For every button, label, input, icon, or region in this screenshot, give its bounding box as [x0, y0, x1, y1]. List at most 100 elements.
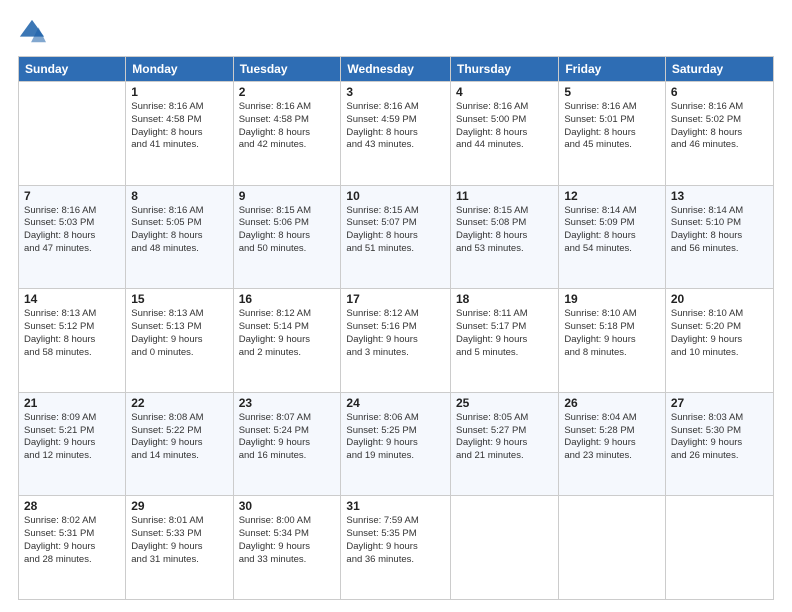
day-info: Sunrise: 8:08 AM Sunset: 5:22 PM Dayligh… — [131, 412, 227, 463]
day-info: Sunrise: 8:16 AM Sunset: 5:02 PM Dayligh… — [671, 101, 768, 152]
day-info: Sunrise: 8:05 AM Sunset: 5:27 PM Dayligh… — [456, 412, 553, 463]
day-number: 5 — [564, 85, 660, 99]
day-info: Sunrise: 8:13 AM Sunset: 5:13 PM Dayligh… — [131, 308, 227, 359]
day-number: 7 — [24, 189, 120, 203]
week-row-2: 7 Sunrise: 8:16 AM Sunset: 5:03 PM Daylig… — [19, 185, 774, 289]
calendar-cell: 4Sunrise: 8:16 AM Sunset: 5:00 PM Daylig… — [451, 82, 559, 186]
calendar-cell: 7 Sunrise: 8:16 AM Sunset: 5:03 PM Daylig… — [19, 185, 126, 289]
day-info: Sunrise: 8:11 AM Sunset: 5:17 PM Dayligh… — [456, 308, 553, 359]
day-info: Sunrise: 8:07 AM Sunset: 5:24 PM Dayligh… — [239, 412, 336, 463]
day-info: Sunrise: 8:06 AM Sunset: 5:25 PM Dayligh… — [346, 412, 445, 463]
calendar-cell: 25 Sunrise: 8:05 AM Sunset: 5:27 PM Dayli… — [451, 392, 559, 496]
day-info: Sunrise: 8:16 AM Sunset: 5:05 PM Dayligh… — [131, 205, 227, 256]
calendar-cell: 5Sunrise: 8:16 AM Sunset: 5:01 PM Daylig… — [559, 82, 666, 186]
day-info: Sunrise: 8:10 AM Sunset: 5:20 PM Dayligh… — [671, 308, 768, 359]
day-number: 6 — [671, 85, 768, 99]
calendar-cell: 29Sunrise: 8:01 AM Sunset: 5:33 PM Dayli… — [126, 496, 233, 600]
day-number: 29 — [131, 499, 227, 513]
calendar-cell: 31Sunrise: 7:59 AM Sunset: 5:35 PM Dayli… — [341, 496, 451, 600]
day-number: 17 — [346, 292, 445, 306]
week-row-5: 28 Sunrise: 8:02 AM Sunset: 5:31 PM Dayli… — [19, 496, 774, 600]
day-info: Sunrise: 8:02 AM Sunset: 5:31 PM Dayligh… — [24, 515, 120, 566]
day-number: 28 — [24, 499, 120, 513]
calendar-cell: 13 Sunrise: 8:14 AM Sunset: 5:10 PM Dayli… — [665, 185, 773, 289]
calendar-cell: 28 Sunrise: 8:02 AM Sunset: 5:31 PM Dayli… — [19, 496, 126, 600]
calendar-page: SundayMondayTuesdayWednesdayThursdayFrid… — [0, 0, 792, 612]
calendar-cell: 26 Sunrise: 8:04 AM Sunset: 5:28 PM Dayli… — [559, 392, 666, 496]
day-info: Sunrise: 8:14 AM Sunset: 5:09 PM Dayligh… — [564, 205, 660, 256]
calendar-cell — [451, 496, 559, 600]
weekday-header-wednesday: Wednesday — [341, 57, 451, 82]
day-info: Sunrise: 8:15 AM Sunset: 5:07 PM Dayligh… — [346, 205, 445, 256]
calendar-cell — [19, 82, 126, 186]
day-number: 21 — [24, 396, 120, 410]
logo-icon — [18, 18, 46, 46]
calendar-cell: 14 Sunrise: 8:13 AM Sunset: 5:12 PM Dayli… — [19, 289, 126, 393]
day-info: Sunrise: 8:15 AM Sunset: 5:08 PM Dayligh… — [456, 205, 553, 256]
day-number: 3 — [346, 85, 445, 99]
calendar-cell: 6 Sunrise: 8:16 AM Sunset: 5:02 PM Daylig… — [665, 82, 773, 186]
weekday-header-thursday: Thursday — [451, 57, 559, 82]
day-info: Sunrise: 8:16 AM Sunset: 4:59 PM Dayligh… — [346, 101, 445, 152]
calendar-cell: 12 Sunrise: 8:14 AM Sunset: 5:09 PM Dayli… — [559, 185, 666, 289]
weekday-header-friday: Friday — [559, 57, 666, 82]
day-info: Sunrise: 8:12 AM Sunset: 5:16 PM Dayligh… — [346, 308, 445, 359]
calendar-cell: 11Sunrise: 8:15 AM Sunset: 5:08 PM Dayli… — [451, 185, 559, 289]
day-number: 15 — [131, 292, 227, 306]
day-info: Sunrise: 8:16 AM Sunset: 5:00 PM Dayligh… — [456, 101, 553, 152]
day-info: Sunrise: 8:10 AM Sunset: 5:18 PM Dayligh… — [564, 308, 660, 359]
weekday-header-monday: Monday — [126, 57, 233, 82]
day-info: Sunrise: 8:00 AM Sunset: 5:34 PM Dayligh… — [239, 515, 336, 566]
calendar-cell: 3 Sunrise: 8:16 AM Sunset: 4:59 PM Daylig… — [341, 82, 451, 186]
calendar-cell: 17 Sunrise: 8:12 AM Sunset: 5:16 PM Dayli… — [341, 289, 451, 393]
day-number: 9 — [239, 189, 336, 203]
calendar-cell: 10Sunrise: 8:15 AM Sunset: 5:07 PM Dayli… — [341, 185, 451, 289]
weekday-header-row: SundayMondayTuesdayWednesdayThursdayFrid… — [19, 57, 774, 82]
week-row-4: 21 Sunrise: 8:09 AM Sunset: 5:21 PM Dayli… — [19, 392, 774, 496]
day-info: Sunrise: 8:12 AM Sunset: 5:14 PM Dayligh… — [239, 308, 336, 359]
calendar-cell: 16 Sunrise: 8:12 AM Sunset: 5:14 PM Dayli… — [233, 289, 341, 393]
day-number: 16 — [239, 292, 336, 306]
logo — [18, 18, 50, 46]
day-number: 20 — [671, 292, 768, 306]
day-number: 26 — [564, 396, 660, 410]
calendar-cell: 24 Sunrise: 8:06 AM Sunset: 5:25 PM Dayli… — [341, 392, 451, 496]
day-number: 25 — [456, 396, 553, 410]
calendar-table: SundayMondayTuesdayWednesdayThursdayFrid… — [18, 56, 774, 600]
calendar-cell: 1 Sunrise: 8:16 AM Sunset: 4:58 PM Daylig… — [126, 82, 233, 186]
day-info: Sunrise: 8:15 AM Sunset: 5:06 PM Dayligh… — [239, 205, 336, 256]
day-number: 30 — [239, 499, 336, 513]
calendar-cell: 9 Sunrise: 8:15 AM Sunset: 5:06 PM Daylig… — [233, 185, 341, 289]
day-number: 23 — [239, 396, 336, 410]
day-number: 24 — [346, 396, 445, 410]
day-info: Sunrise: 8:16 AM Sunset: 5:03 PM Dayligh… — [24, 205, 120, 256]
day-info: Sunrise: 8:03 AM Sunset: 5:30 PM Dayligh… — [671, 412, 768, 463]
day-number: 2 — [239, 85, 336, 99]
day-number: 1 — [131, 85, 227, 99]
day-info: Sunrise: 8:16 AM Sunset: 4:58 PM Dayligh… — [131, 101, 227, 152]
calendar-cell: 18Sunrise: 8:11 AM Sunset: 5:17 PM Dayli… — [451, 289, 559, 393]
weekday-header-sunday: Sunday — [19, 57, 126, 82]
day-number: 8 — [131, 189, 227, 203]
header — [18, 18, 774, 46]
day-info: Sunrise: 8:14 AM Sunset: 5:10 PM Dayligh… — [671, 205, 768, 256]
day-number: 12 — [564, 189, 660, 203]
day-number: 19 — [564, 292, 660, 306]
calendar-cell: 23 Sunrise: 8:07 AM Sunset: 5:24 PM Dayli… — [233, 392, 341, 496]
day-info: Sunrise: 8:16 AM Sunset: 4:58 PM Dayligh… — [239, 101, 336, 152]
calendar-cell: 21 Sunrise: 8:09 AM Sunset: 5:21 PM Dayli… — [19, 392, 126, 496]
day-number: 13 — [671, 189, 768, 203]
week-row-1: 1 Sunrise: 8:16 AM Sunset: 4:58 PM Daylig… — [19, 82, 774, 186]
week-row-3: 14 Sunrise: 8:13 AM Sunset: 5:12 PM Dayli… — [19, 289, 774, 393]
calendar-cell: 8 Sunrise: 8:16 AM Sunset: 5:05 PM Daylig… — [126, 185, 233, 289]
calendar-cell: 15 Sunrise: 8:13 AM Sunset: 5:13 PM Dayli… — [126, 289, 233, 393]
weekday-header-saturday: Saturday — [665, 57, 773, 82]
calendar-cell — [559, 496, 666, 600]
day-number: 22 — [131, 396, 227, 410]
day-info: Sunrise: 8:13 AM Sunset: 5:12 PM Dayligh… — [24, 308, 120, 359]
day-info: Sunrise: 8:04 AM Sunset: 5:28 PM Dayligh… — [564, 412, 660, 463]
day-number: 27 — [671, 396, 768, 410]
calendar-cell: 27 Sunrise: 8:03 AM Sunset: 5:30 PM Dayli… — [665, 392, 773, 496]
day-info: Sunrise: 8:09 AM Sunset: 5:21 PM Dayligh… — [24, 412, 120, 463]
day-number: 14 — [24, 292, 120, 306]
